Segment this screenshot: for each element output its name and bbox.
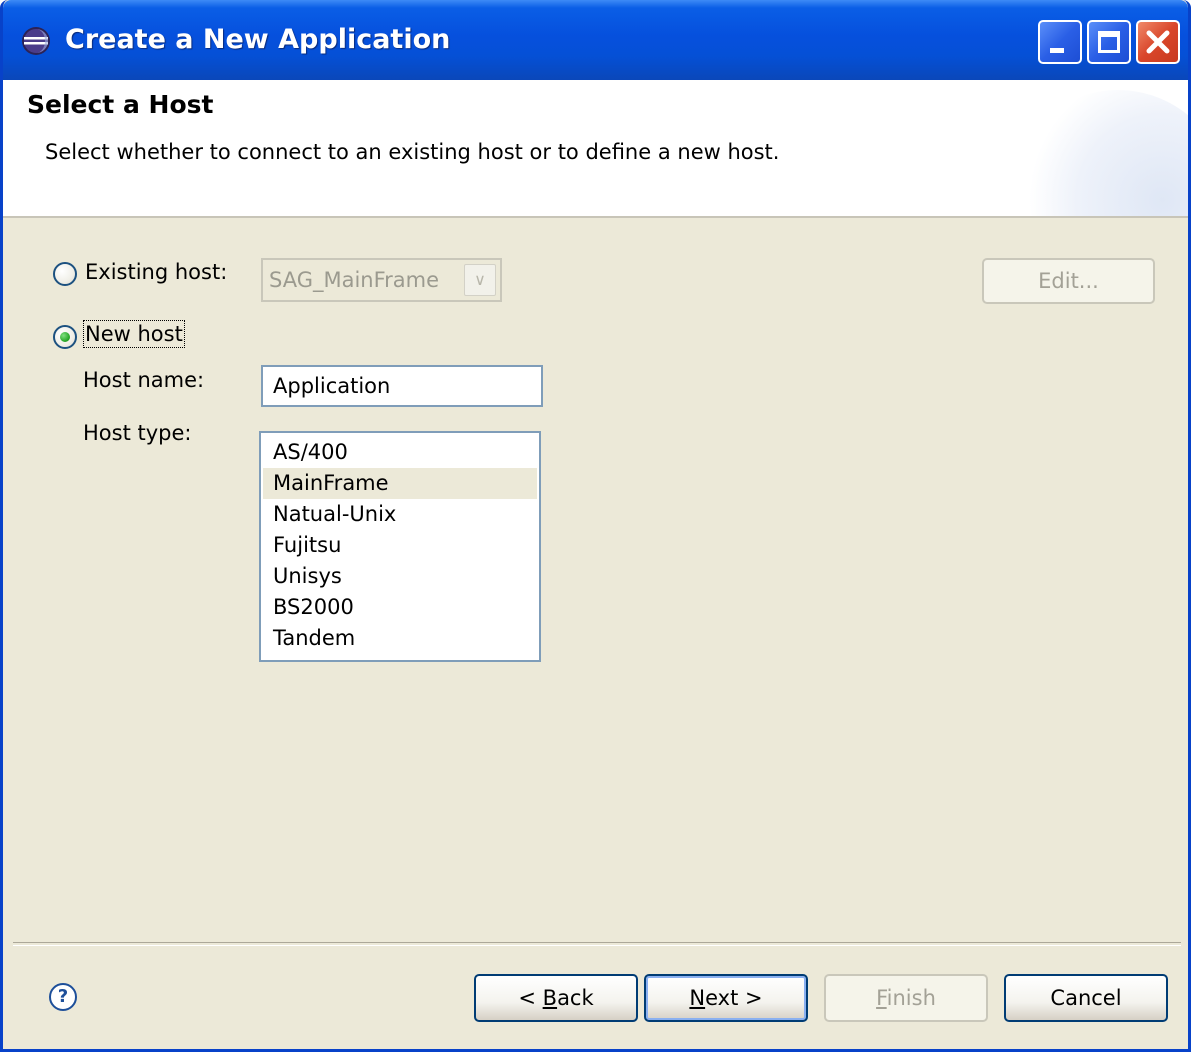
back-mnemonic: B [542,986,558,1010]
host-name-field[interactable] [261,365,543,407]
footer-separator [13,942,1181,946]
close-button[interactable] [1136,20,1180,64]
new-host-label[interactable]: New host [83,320,185,348]
window-title: Create a New Application [65,24,451,55]
list-item[interactable]: Fujitsu [263,530,537,561]
help-icon[interactable]: ? [49,983,77,1011]
new-host-radio[interactable] [53,325,77,349]
next-mnemonic: N [689,986,706,1010]
cancel-button[interactable]: Cancel [1004,974,1168,1022]
host-type-label: Host type: [83,421,192,445]
list-item[interactable]: Tandem [263,623,537,654]
title-bar[interactable]: Create a New Application [3,0,1188,80]
host-name-label: Host name: [83,368,205,392]
close-icon [1146,30,1170,54]
next-button[interactable]: Next > [644,974,808,1022]
list-item[interactable]: MainFrame [263,468,537,499]
page-title: Select a Host [27,90,214,119]
finish-mnemonic: F [876,986,887,1010]
existing-host-radio[interactable] [53,262,77,286]
maximize-button[interactable] [1087,20,1131,64]
back-button[interactable]: < Back [474,974,638,1022]
existing-host-combo-value: SAG_MainFrame [269,268,440,292]
wizard-header: Select a Host Select whether to connect … [3,80,1188,218]
next-rest: ext > [705,986,763,1010]
header-banner-graphic [1008,90,1188,216]
list-item[interactable]: Unisys [263,561,537,592]
dialog-window: Create a New Application Select a Host S… [0,0,1191,1052]
finish-button: Finish [824,974,988,1022]
host-type-list[interactable]: AS/400 MainFrame Natual-Unix Fujitsu Uni… [259,431,541,662]
list-item[interactable]: BS2000 [263,592,537,623]
edit-button: Edit... [982,258,1155,304]
existing-host-combo: SAG_MainFrame ∨ [261,258,502,302]
chevron-down-icon: ∨ [464,264,496,296]
list-item[interactable]: Natual-Unix [263,499,537,530]
minimize-button[interactable] [1038,20,1082,64]
list-item[interactable]: AS/400 [263,437,537,468]
existing-host-label[interactable]: Existing host: [85,260,227,284]
host-name-input[interactable] [263,367,541,405]
back-rest: ack [557,986,594,1010]
eclipse-icon [22,27,50,55]
finish-rest: inish [886,986,936,1010]
back-prefix: < [518,986,543,1010]
page-description: Select whether to connect to an existing… [45,140,780,164]
